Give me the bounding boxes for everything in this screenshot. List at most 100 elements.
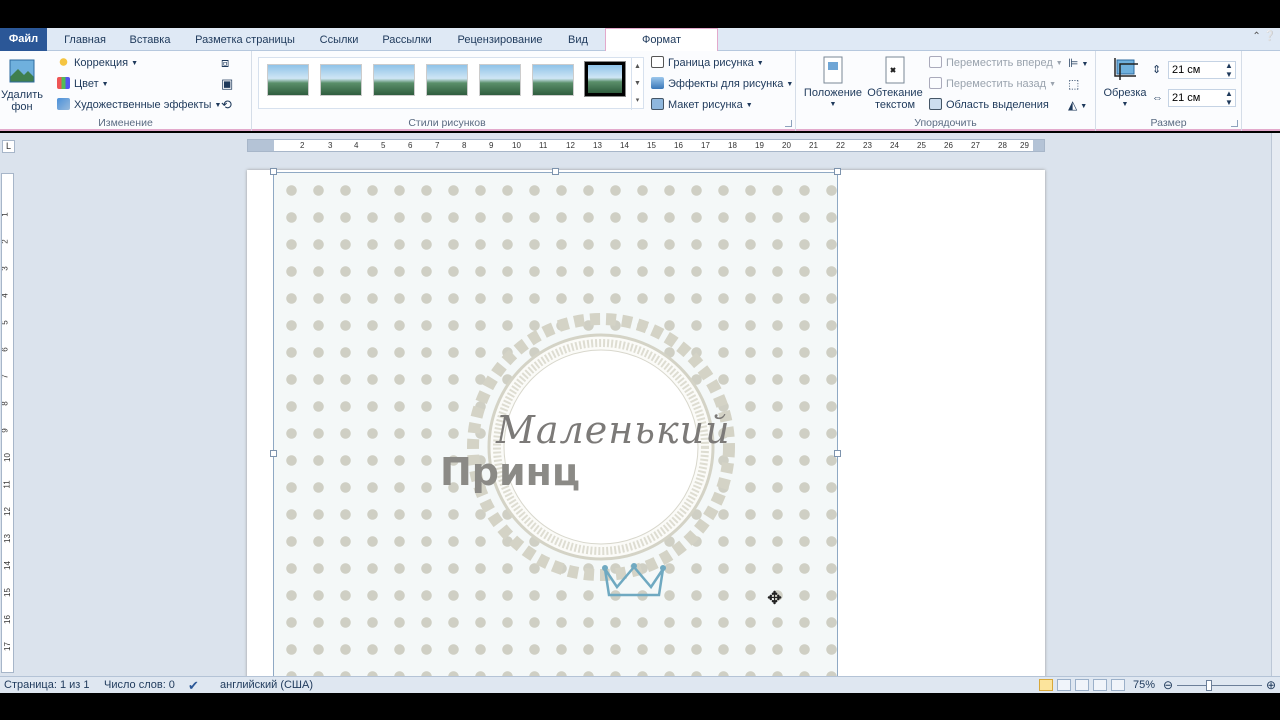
zoom-in-icon[interactable]: ⊕ [1266,677,1276,694]
crop-button[interactable]: Обрезка ▼ [1100,55,1150,111]
artistic-effects-label: Художественные эффекты [74,99,212,111]
picture-layout-icon [651,98,664,110]
print-layout-view-icon[interactable] [1039,679,1053,691]
resize-handle[interactable] [834,168,841,175]
resize-handle[interactable] [834,450,841,457]
width-spinner-icon[interactable]: ▲ ▼ [1225,89,1233,109]
compress-pictures-icon[interactable]: ⧈ [221,53,229,73]
crown-icon [602,563,666,597]
crop-icon [1110,55,1140,85]
position-icon [818,55,848,85]
reset-picture-icon[interactable]: ⟲ [221,95,232,115]
height-spinner-icon[interactable]: ▲ ▼ [1225,61,1233,81]
chevron-down-icon: ▼ [829,101,837,108]
selected-picture[interactable]: Маленький Принц [273,172,838,680]
resize-handle[interactable] [270,450,277,457]
bring-forward-icon [929,56,942,68]
ruler-margin-right [1033,140,1044,151]
full-screen-reading-icon[interactable] [1057,679,1071,691]
tab-mailings[interactable]: Рассылки [374,30,440,51]
draft-view-icon[interactable] [1111,679,1125,691]
position-button[interactable]: Положение ▼ [801,55,865,111]
ribbon-minimize-icon[interactable]: ⌃ ❔ [1252,31,1276,42]
picture-styles-launcher-icon[interactable] [785,120,792,127]
selection-pane-button[interactable]: Область выделения [929,95,1049,115]
resize-handle[interactable] [552,168,559,175]
wrap-text-icon [880,55,910,85]
tab-home[interactable]: Главная [54,30,116,51]
chevron-down-icon: ▼ [1049,81,1057,88]
screen-top-black-bar [0,0,1280,28]
wrap-text-label-2: текстом [874,99,916,111]
resize-handle[interactable] [270,168,277,175]
status-bar: Страница: 1 из 1 Число слов: 0 ✔ английс… [0,676,1280,693]
width-icon: ⇔ [1152,92,1163,104]
tab-view[interactable]: Вид [558,30,598,51]
picture-border-label: Граница рисунка [668,57,754,69]
color-button[interactable]: Цвет ▼ [57,74,109,94]
tab-format[interactable]: Формат [605,28,718,51]
bring-forward-button[interactable]: Переместить вперед ▼ [929,53,1063,73]
tab-page-layout[interactable]: Разметка страницы [186,30,304,51]
word-count[interactable]: Число слов: 0 [104,677,175,694]
selection-pane-label: Область выделения [946,99,1049,111]
zoom-slider-track[interactable] [1177,685,1262,686]
picture-styles-gallery: ▲ ▼ ▾ [258,57,644,110]
artistic-effects-button[interactable]: Художественные эффекты ▼ [57,95,221,115]
picture-style-thumb[interactable] [532,64,574,96]
move-cursor-icon: ✥ [767,588,783,608]
horizontal-ruler[interactable]: 2 3 4 5 6 7 8 9 10 11 12 13 14 15 16 17 … [247,139,1045,152]
ruler-margin-left [248,140,274,151]
sun-icon [57,56,70,68]
outline-view-icon[interactable] [1093,679,1107,691]
picture-style-thumb-selected[interactable] [584,61,626,97]
corrections-button[interactable]: Коррекция ▼ [57,53,138,73]
page-count[interactable]: Страница: 1 из 1 [4,677,90,694]
image-subtitle-text: Принц [440,450,581,494]
chevron-down-icon: ▼ [1055,60,1063,67]
tab-stop-selector[interactable]: L [2,140,15,153]
tab-file[interactable]: Файл [0,28,47,51]
web-layout-icon[interactable] [1075,679,1089,691]
group-arrange: Положение ▼ Обтекание текстом Переместит… [796,51,1096,131]
selection-pane-icon [929,98,942,110]
send-backward-button[interactable]: Переместить назад ▼ [929,74,1056,94]
picture-style-thumb[interactable] [479,64,521,96]
gallery-scroll-buttons[interactable]: ▲ ▼ ▾ [631,58,643,110]
picture-style-thumb[interactable] [426,64,468,96]
wrap-text-button[interactable]: Обтекание текстом [864,55,926,111]
picture-effects-button[interactable]: Эффекты для рисунка ▼ [651,74,793,94]
vertical-scrollbar[interactable] [1271,133,1280,676]
chevron-down-icon: ▼ [756,60,764,67]
document-page[interactable]: Маленький Принц [247,168,1045,680]
tab-references[interactable]: Ссылки [312,30,366,51]
zoom-slider-thumb[interactable] [1206,680,1212,691]
pencil-icon [651,56,664,68]
picture-layout-button[interactable]: Макет рисунка ▼ [651,95,753,115]
language-indicator[interactable]: английский (США) [220,677,313,694]
color-icon [57,77,70,89]
chevron-down-icon: ▼ [131,60,139,67]
picture-border-button[interactable]: Граница рисунка ▼ [651,53,764,73]
picture-style-thumb[interactable] [373,64,415,96]
tab-review[interactable]: Рецензирование [448,30,552,51]
change-picture-icon[interactable]: ▣ [221,74,233,94]
group-objects-icon[interactable]: ⬚ [1068,74,1079,94]
rotate-icon[interactable]: ◭ ▼ [1068,95,1087,115]
screen-bottom-black-bar [0,693,1280,720]
picture-style-thumb[interactable] [320,64,362,96]
tab-insert[interactable]: Вставка [120,30,180,51]
zoom-out-icon[interactable]: ⊖ [1163,677,1173,694]
vertical-ruler[interactable]: 1 2 3 4 5 6 7 8 9 10 11 12 13 14 15 16 1… [1,173,14,673]
chevron-down-icon: ▼ [745,102,753,109]
artistic-effects-icon [57,98,70,110]
remove-background-label-1: Удалить [1,89,43,101]
remove-background-icon [7,57,37,87]
spell-check-icon[interactable]: ✔ [188,677,199,694]
remove-background-button[interactable]: Удалить фон [0,57,44,113]
size-launcher-icon[interactable] [1231,120,1238,127]
zoom-level[interactable]: 75% [1133,677,1155,694]
image-title-text: Маленький [496,408,731,452]
align-icon[interactable]: ⊫ ▼ [1068,53,1088,73]
picture-style-thumb[interactable] [267,64,309,96]
